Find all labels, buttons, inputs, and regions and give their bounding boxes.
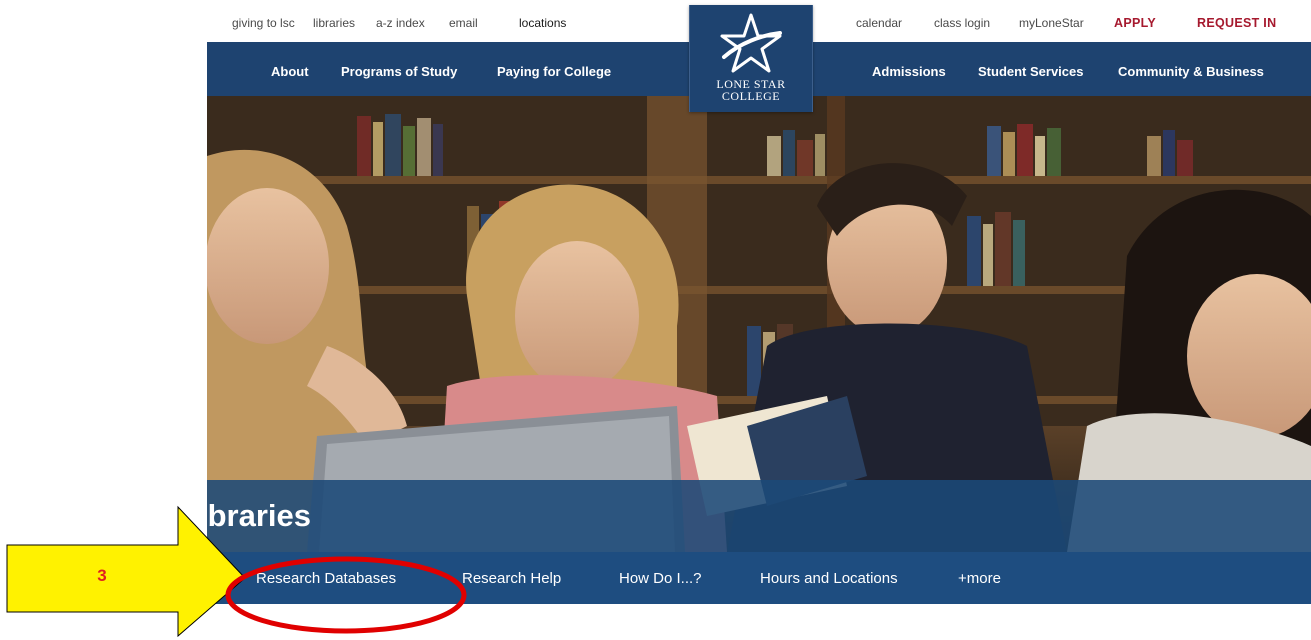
page-title-bar: ibraries bbox=[207, 480, 1311, 552]
util-link-locations[interactable]: locations bbox=[519, 16, 566, 30]
logo-text-line2: COLLEGE bbox=[721, 89, 781, 103]
page-title: ibraries bbox=[207, 498, 312, 533]
nav-community-business[interactable]: Community & Business bbox=[1118, 64, 1264, 79]
nav-about[interactable]: About bbox=[271, 64, 309, 79]
subnav-hours-and-locations[interactable]: Hours and Locations bbox=[760, 570, 898, 587]
star-logo-icon bbox=[720, 13, 782, 73]
util-link-class-login[interactable]: class login bbox=[934, 16, 990, 30]
subnav-research-databases[interactable]: Research Databases bbox=[256, 570, 396, 587]
lone-star-college-logo[interactable]: LONE STAR COLLEGE bbox=[689, 5, 813, 112]
subnav-how-do-i[interactable]: How Do I...? bbox=[619, 570, 702, 587]
nav-student-services[interactable]: Student Services bbox=[978, 64, 1084, 79]
nav-paying-for-college[interactable]: Paying for College bbox=[497, 64, 611, 79]
util-link-giving[interactable]: giving to lsc bbox=[232, 16, 295, 30]
step-number: 3 bbox=[97, 566, 107, 585]
util-link-libraries[interactable]: libraries bbox=[313, 16, 355, 30]
lsc-libraries-page: giving to lsc libraries a-z index email … bbox=[207, 0, 1311, 640]
libraries-subnav: Research Databases Research Help How Do … bbox=[207, 552, 1311, 604]
subnav-more[interactable]: +more bbox=[958, 570, 1001, 587]
util-link-calendar[interactable]: calendar bbox=[856, 16, 902, 30]
nav-admissions[interactable]: Admissions bbox=[872, 64, 946, 79]
apply-link[interactable]: APPLY bbox=[1114, 16, 1156, 30]
util-link-az-index[interactable]: a-z index bbox=[376, 16, 425, 30]
subnav-research-help[interactable]: Research Help bbox=[462, 570, 561, 587]
nav-programs-of-study[interactable]: Programs of Study bbox=[341, 64, 457, 79]
util-link-email[interactable]: email bbox=[449, 16, 478, 30]
util-link-mylonestar[interactable]: myLoneStar bbox=[1019, 16, 1084, 30]
request-info-link[interactable]: REQUEST IN bbox=[1197, 16, 1276, 30]
